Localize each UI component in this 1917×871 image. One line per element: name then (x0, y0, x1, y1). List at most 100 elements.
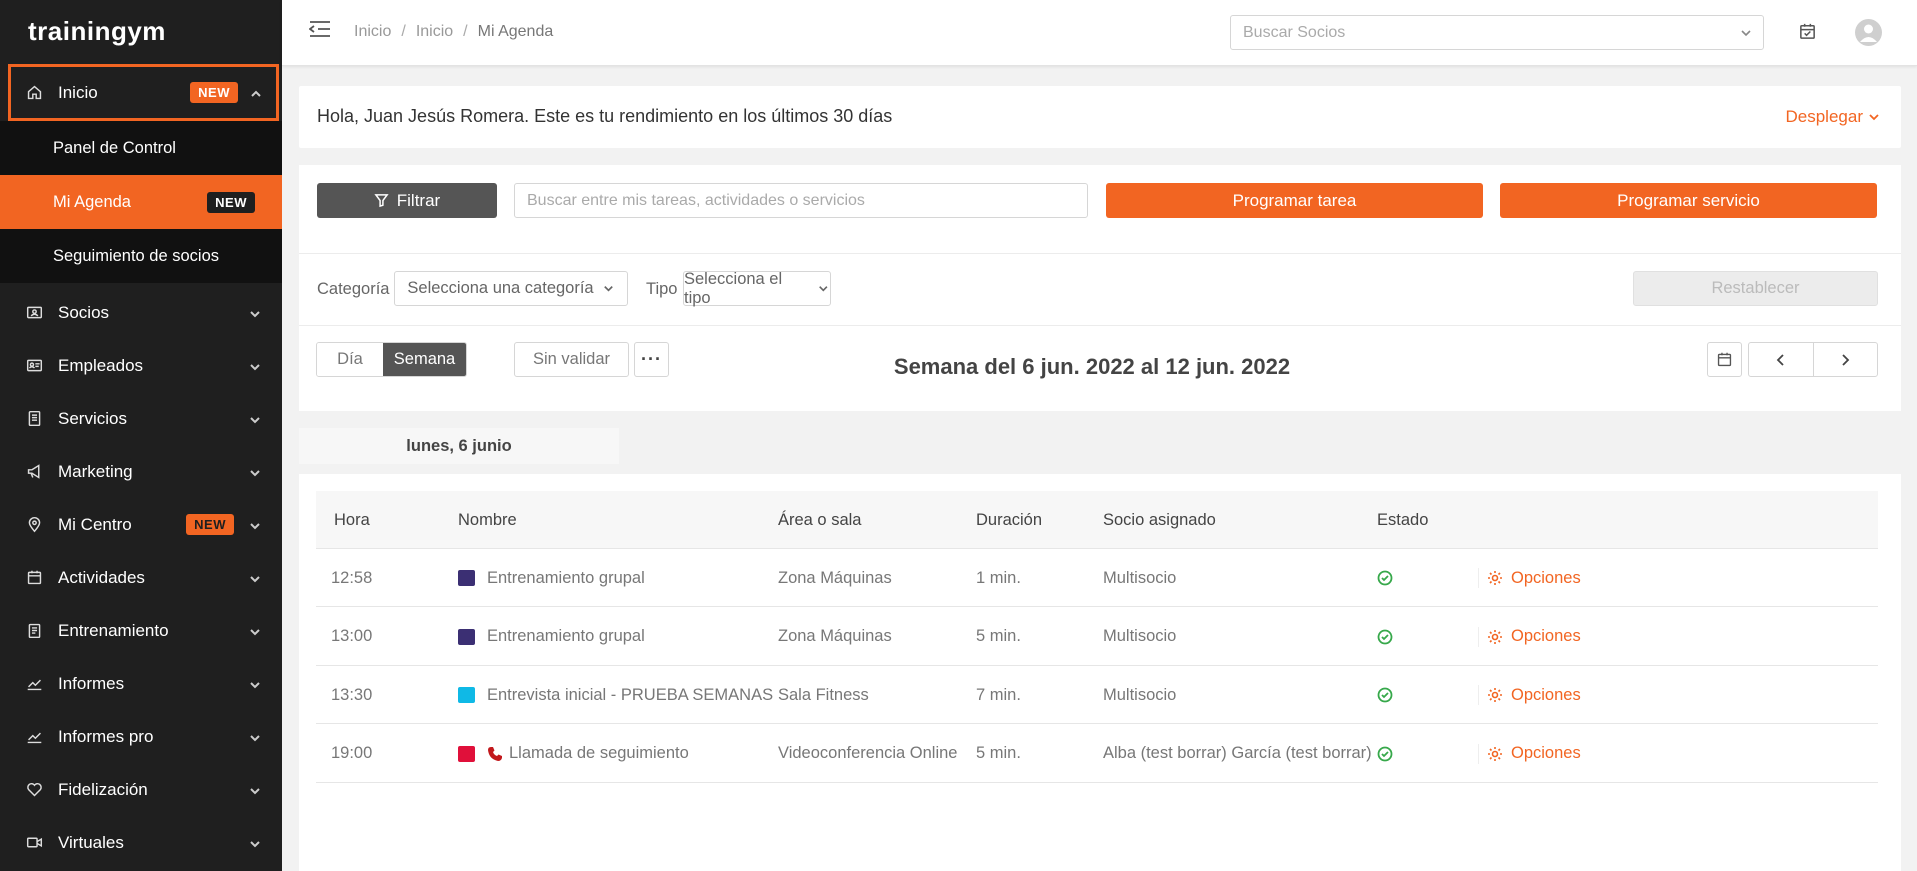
heart-icon (25, 781, 43, 799)
sidebar-item-servicios[interactable]: Servicios (0, 392, 282, 445)
unvalidated-button[interactable]: Sin validar (514, 342, 629, 377)
activity-color-swatch (458, 687, 475, 703)
sidebar-subitem-panel-control[interactable]: Panel de Control (0, 121, 282, 175)
cell-room: Videoconferencia Online (778, 744, 958, 762)
calendar-check-icon[interactable] (1798, 22, 1818, 42)
column-header: Estado (1377, 510, 1429, 529)
schedule-service-button[interactable]: Programar servicio (1500, 183, 1877, 218)
gear-icon (1488, 746, 1502, 761)
activity-color-swatch (458, 628, 475, 645)
view-toggle: Día Semana (316, 342, 467, 377)
gear-icon (1488, 571, 1502, 585)
cell-member: Multisocio (1103, 627, 1177, 645)
chevron-down-icon (248, 624, 262, 638)
chevron-left-icon (1776, 353, 1784, 366)
chevron-down-icon (1869, 114, 1879, 121)
category-select[interactable]: Selecciona una categoría (394, 271, 628, 306)
more-options-button[interactable]: ··· (634, 342, 669, 377)
column-header: Área o sala (778, 510, 862, 529)
video-icon (25, 834, 43, 852)
column-header: Nombre (458, 510, 517, 529)
table-row[interactable]: 12:58 Entrenamiento grupal Zona Máquinas 1 … (316, 549, 1878, 607)
activity-color-swatch (458, 570, 475, 586)
options-button[interactable]: Opciones (1478, 568, 1581, 588)
previous-week-button[interactable] (1749, 343, 1814, 376)
view-week-button[interactable]: Semana (383, 343, 466, 376)
user-avatar[interactable] (1855, 19, 1882, 46)
breadcrumb-item[interactable]: Inicio (416, 23, 453, 41)
megaphone-icon (25, 463, 43, 481)
filter-label: Filtrar (396, 190, 441, 210)
sidebar-item-label: Virtuales (58, 832, 124, 852)
document-icon (25, 410, 43, 428)
sidebar-item-informes-pro[interactable]: Informes pro (0, 710, 282, 763)
task-search-input[interactable]: Buscar entre mis tareas, actividades o s… (514, 183, 1088, 218)
breadcrumb-item[interactable]: Inicio (354, 23, 391, 41)
week-navigation (1748, 342, 1878, 377)
schedule-task-button[interactable]: Programar tarea (1106, 183, 1483, 218)
sidebar-item-mi-centro[interactable]: Mi Centro NEW (0, 498, 282, 551)
cell-member: Multisocio (1103, 685, 1177, 704)
filter-button[interactable]: Filtrar (317, 183, 497, 218)
column-header: Hora (334, 510, 370, 529)
options-button[interactable]: Opciones (1478, 743, 1581, 764)
sidebar-subitem-mi-agenda[interactable]: Mi Agenda NEW (0, 175, 282, 229)
date-picker-button[interactable] (1707, 342, 1742, 377)
sidebar-item-label: Servicios (58, 408, 127, 428)
divider (299, 253, 1901, 254)
table-row[interactable]: 13:00 Entrenamiento grupal Zona Máquinas 5 … (316, 608, 1878, 666)
chevron-right-icon (1842, 353, 1850, 366)
chevron-down-icon (603, 286, 613, 292)
sidebar: trainingym Inicio NEW Panel de Control M… (0, 0, 282, 871)
activity-name: Entrenamiento grupal (487, 627, 645, 645)
search-members-select[interactable]: Buscar Socios (1230, 15, 1764, 50)
column-header: Duración (976, 510, 1043, 529)
breadcrumb-current: Mi Agenda (477, 23, 554, 40)
collapse-menu-icon[interactable] (308, 20, 331, 38)
sidebar-item-entrenamiento[interactable]: Entrenamiento (0, 604, 282, 657)
table-row[interactable]: 19:00 Llamada de seguimiento Videoconferen… (316, 725, 1878, 783)
next-week-button[interactable] (1814, 343, 1878, 376)
breadcrumb: Inicio / Inicio / Mi Agenda (354, 23, 553, 41)
chevron-down-icon (248, 783, 262, 797)
gear-icon (1488, 688, 1502, 702)
expand-button[interactable]: Desplegar (1786, 107, 1882, 127)
phone-icon (487, 746, 503, 762)
top-header: Inicio / Inicio / Mi Agenda Buscar Socio… (282, 0, 1917, 66)
category-label: Categoría (317, 280, 390, 298)
sidebar-item-inicio[interactable]: Inicio NEW (8, 64, 279, 121)
type-select[interactable]: Selecciona el tipo (683, 270, 831, 307)
sidebar-item-actividades[interactable]: Actividades (0, 551, 282, 604)
options-button[interactable]: Opciones (1478, 626, 1581, 647)
divider (299, 325, 1901, 326)
brand-logo[interactable]: trainingym (0, 0, 282, 62)
new-badge: NEW (190, 82, 238, 103)
type-label: Tipo (646, 280, 678, 298)
sidebar-subitem-seguimiento-socios[interactable]: Seguimiento de socios (0, 229, 282, 283)
sidebar-item-socios[interactable]: Socios (0, 286, 282, 339)
calendar-icon (25, 569, 43, 587)
sidebar-item-label: Marketing (58, 461, 133, 481)
activity-name: Entrevista inicial - PRUEBA SEMANAS (487, 685, 774, 704)
options-label: Opciones (1511, 568, 1581, 587)
performance-banner: Hola, Juan Jesús Romera. Este es tu rend… (299, 86, 1901, 148)
chevron-down-icon (248, 836, 262, 850)
location-pin-icon (25, 516, 43, 534)
reset-button[interactable]: Restablecer (1633, 271, 1878, 306)
sidebar-item-label: Informes (58, 673, 125, 693)
sidebar-item-informes[interactable]: Informes (0, 657, 282, 710)
sidebar-item-empleados[interactable]: Empleados (0, 339, 282, 392)
sidebar-item-virtuales[interactable]: Virtuales (0, 816, 282, 869)
table-row[interactable]: 13:30 Entrevista inicial - PRUEBA SEMANAS… (316, 666, 1878, 724)
sidebar-item-label: Mi Centro (58, 514, 132, 534)
gear-icon (1488, 629, 1502, 644)
options-button[interactable]: Opciones (1478, 685, 1581, 705)
view-day-button[interactable]: Día (317, 343, 383, 376)
day-tab[interactable]: lunes, 6 junio (299, 428, 619, 464)
chevron-up-icon[interactable] (249, 86, 263, 100)
sidebar-item-fidelizacion[interactable]: Fidelización (0, 763, 282, 816)
table-header: Hora Nombre Área o sala Duración Socio a… (316, 491, 1878, 549)
sidebar-item-marketing[interactable]: Marketing (0, 445, 282, 498)
badge-icon (25, 357, 43, 375)
cell-duration: 7 min. (976, 685, 1021, 704)
